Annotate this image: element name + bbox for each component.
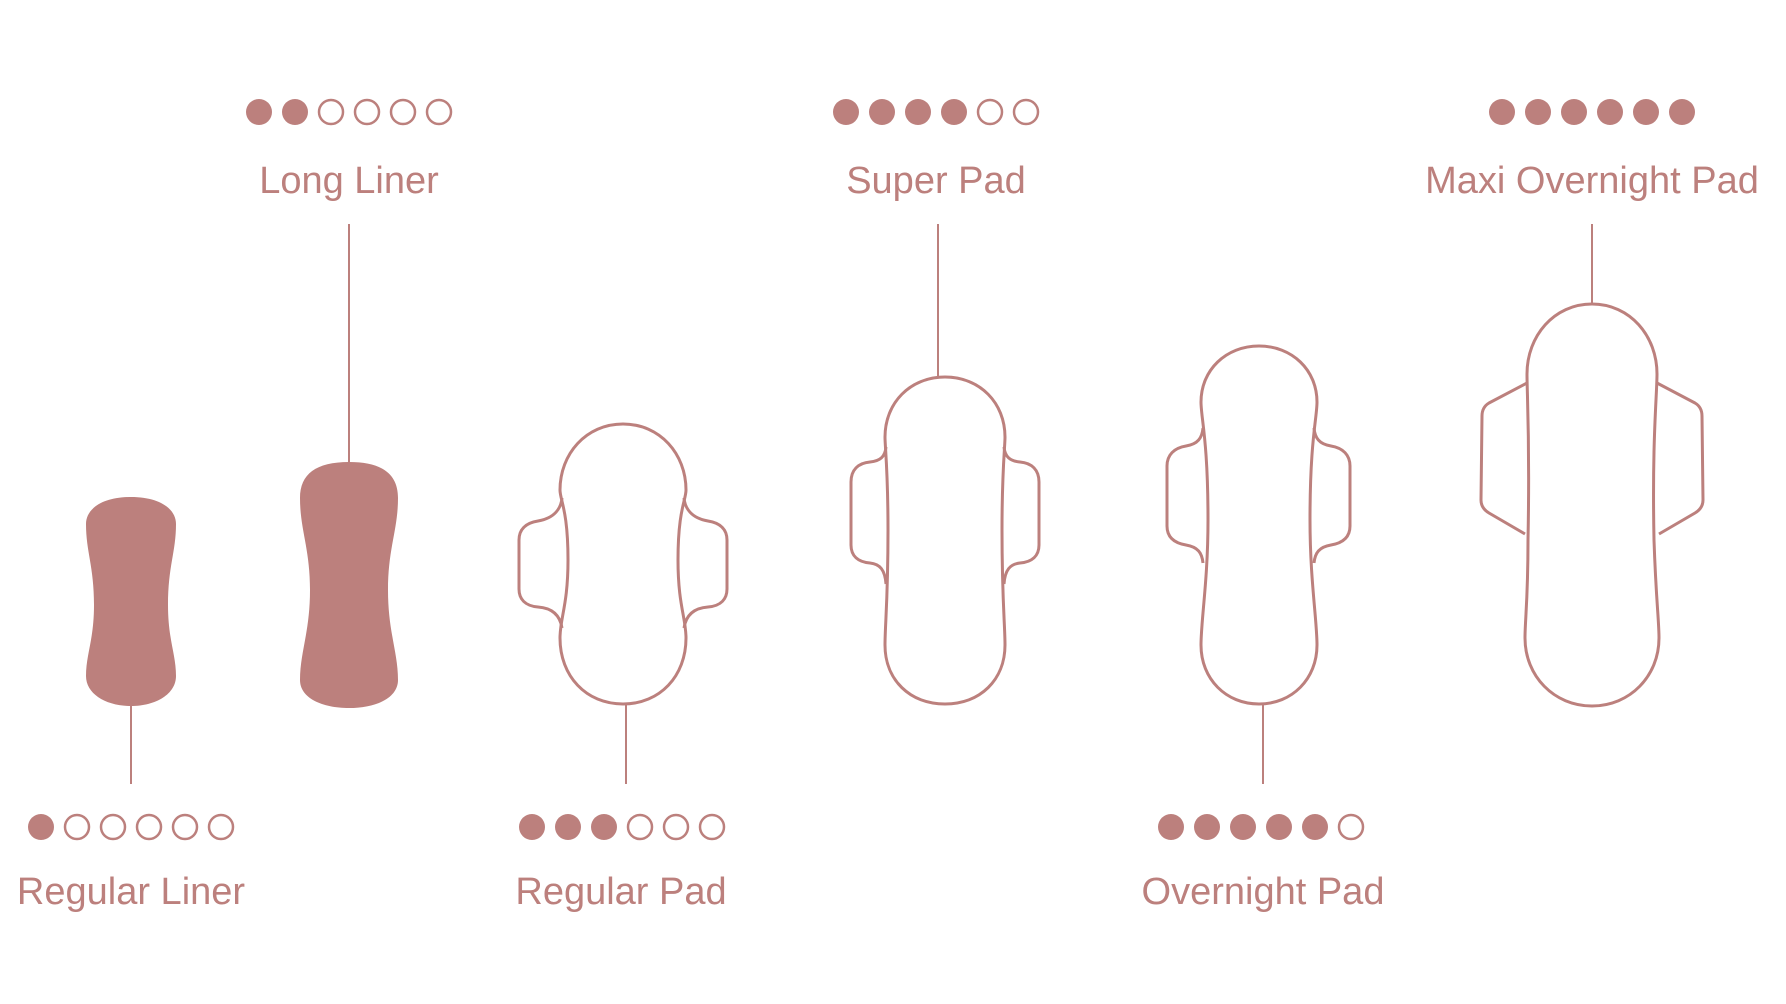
regular-pad-absorbency-dot-1-filled (519, 814, 545, 840)
super-pad-absorbency-dot-2-filled (869, 99, 895, 125)
regular-liner-absorbency-dot-1-filled (28, 814, 54, 840)
maxi-overnight-pad-absorbency-dots (1489, 99, 1695, 125)
overnight-pad-absorbency-dot-2-filled (1194, 814, 1220, 840)
regular-pad-left-wing (517, 497, 564, 629)
regular-liner-absorbency-dot-5-empty (171, 813, 199, 841)
regular-pad-absorbency-dot-6-empty (698, 813, 726, 841)
long-liner-absorbency-dot-5-empty (389, 98, 417, 126)
super-pad-body (883, 375, 1007, 706)
regular-pad-right-wing (682, 497, 729, 629)
super-pad-left-wing (849, 446, 888, 585)
super-pad-absorbency-dot-4-filled (941, 99, 967, 125)
long-liner-absorbency-dot-1-filled (246, 99, 272, 125)
regular-pad-label: Regular Pad (515, 871, 726, 913)
long-liner-label: Long Liner (259, 160, 439, 202)
super-pad-absorbency-dots (833, 98, 1040, 126)
regular-liner-shape (86, 497, 176, 706)
super-pad-right-wing (1002, 446, 1041, 585)
regular-liner-absorbency-dots (28, 813, 235, 841)
long-liner-absorbency-dot-4-empty (353, 98, 381, 126)
maxi-overnight-pad-label: Maxi Overnight Pad (1425, 160, 1759, 202)
super-pad-absorbency-dot-1-filled (833, 99, 859, 125)
product-overnight-pad (1165, 344, 1352, 706)
maxi-overnight-pad-absorbency-dot-5-filled (1633, 99, 1659, 125)
long-liner-absorbency-dots (246, 98, 453, 126)
overnight-pad-absorbency-dot-5-filled (1302, 814, 1328, 840)
super-pad-absorbency-dot-6-empty (1012, 98, 1040, 126)
overnight-pad-body (1199, 344, 1319, 706)
long-liner-absorbency-dot-3-empty (317, 98, 345, 126)
overnight-pad-absorbency-dot-1-filled (1158, 814, 1184, 840)
overnight-pad-absorbency-dot-6-empty (1337, 813, 1365, 841)
maxi-overnight-pad-absorbency-dot-2-filled (1525, 99, 1551, 125)
regular-liner-absorbency-dot-4-empty (135, 813, 163, 841)
absorbency-diagram: Regular Liner Long Liner Regular Pad Sup… (17, 98, 1759, 913)
super-pad-label: Super Pad (846, 160, 1026, 202)
overnight-pad-absorbency-dot-3-filled (1230, 814, 1256, 840)
maxi-overnight-pad-absorbency-dot-4-filled (1597, 99, 1623, 125)
maxi-overnight-pad-absorbency-dot-6-filled (1669, 99, 1695, 125)
regular-pad-absorbency-dots (519, 813, 726, 841)
regular-liner-label: Regular Liner (17, 871, 245, 913)
long-liner-absorbency-dot-6-empty (425, 98, 453, 126)
overnight-pad-absorbency-dots (1158, 813, 1365, 841)
maxi-overnight-pad-body (1523, 302, 1661, 708)
product-regular-liner: Regular Liner (17, 497, 245, 913)
maxi-overnight-pad-right-wing (1656, 381, 1705, 536)
overnight-pad-right-wing (1312, 427, 1352, 564)
overnight-pad-absorbency-dot-4-filled (1266, 814, 1292, 840)
super-pad-absorbency-dot-5-empty (976, 98, 1004, 126)
regular-liner-absorbency-dot-2-empty (63, 813, 91, 841)
regular-liner-absorbency-dot-6-empty (207, 813, 235, 841)
regular-pad-absorbency-dot-2-filled (555, 814, 581, 840)
maxi-overnight-pad-absorbency-dot-1-filled (1489, 99, 1515, 125)
regular-pad-absorbency-dot-3-filled (591, 814, 617, 840)
super-pad-absorbency-dot-3-filled (905, 99, 931, 125)
overnight-pad-label: Overnight Pad (1142, 871, 1385, 913)
long-liner-shape (300, 462, 398, 708)
long-liner-absorbency-dot-2-filled (282, 99, 308, 125)
maxi-overnight-pad-left-wing (1479, 381, 1528, 536)
overnight-pad-left-wing (1165, 427, 1205, 564)
regular-pad-body (558, 422, 688, 706)
regular-pad-absorbency-dot-4-empty (626, 813, 654, 841)
maxi-overnight-pad-absorbency-dot-3-filled (1561, 99, 1587, 125)
product-regular-pad (517, 422, 729, 706)
product-maxi-overnight-pad (1479, 302, 1705, 708)
product-long-liner: Long Liner (246, 98, 453, 708)
product-super-pad (849, 375, 1041, 706)
regular-liner-absorbency-dot-3-empty (99, 813, 127, 841)
regular-pad-absorbency-dot-5-empty (662, 813, 690, 841)
